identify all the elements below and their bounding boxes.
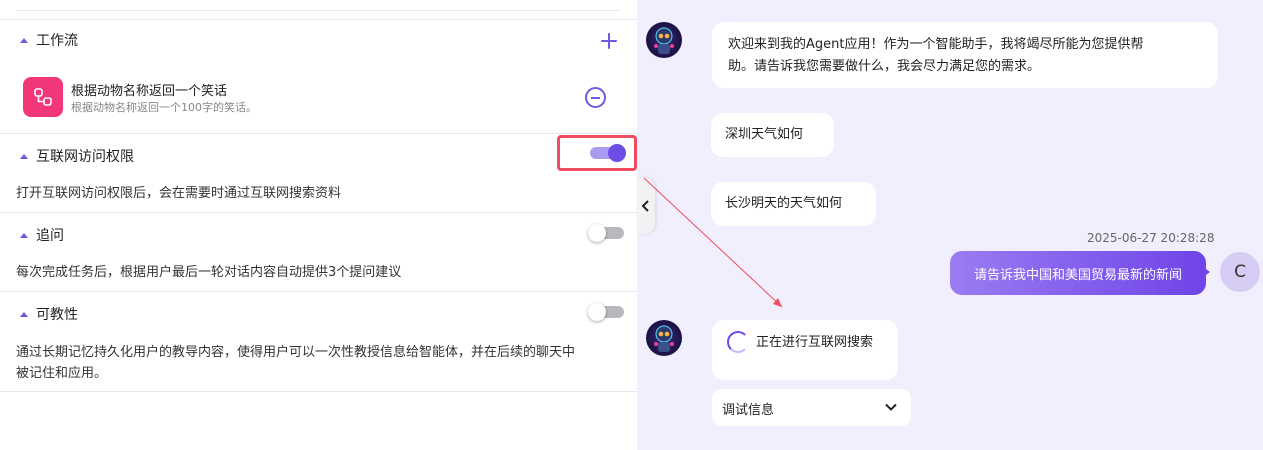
remove-workflow-button[interactable] xyxy=(585,87,606,108)
divider xyxy=(0,291,637,292)
teachability-title: 可教性 xyxy=(36,307,78,323)
suggestion-2-label: 长沙明天的天气如何 xyxy=(725,196,843,211)
caret-up-icon xyxy=(20,232,28,238)
debug-info-label: 调试信息 xyxy=(722,403,775,418)
teachability-description-line2: 被记住和应用。 xyxy=(16,366,108,381)
welcome-message: 欢迎来到我的Agent应用！作为一个智能助手，我将竭尽所能为您提供帮 助。请告诉… xyxy=(712,22,1218,88)
divider xyxy=(0,212,637,213)
teachability-toggle[interactable] xyxy=(588,302,626,322)
bot-avatar xyxy=(646,22,682,58)
suggestion-chip-1[interactable]: 深圳天气如何 xyxy=(711,113,834,157)
suggestion-1-label: 深圳天气如何 xyxy=(725,127,804,142)
spinner-icon xyxy=(727,331,749,353)
user-avatar-letter: C xyxy=(1234,262,1246,282)
user-message-text: 请告诉我中国和美国贸易最新的新闻 xyxy=(973,267,1182,283)
follow-up-toggle[interactable] xyxy=(588,223,626,243)
caret-up-icon xyxy=(20,37,28,43)
divider xyxy=(0,391,637,392)
add-workflow-button[interactable] xyxy=(599,31,619,51)
status-text: 正在进行互联网搜索 xyxy=(756,335,874,350)
divider xyxy=(0,19,637,20)
internet-access-section-header[interactable]: 互联网访问权限 xyxy=(20,146,134,166)
teachability-section-header[interactable]: 可教性 xyxy=(20,304,78,324)
caret-up-icon xyxy=(20,311,28,317)
chevron-down-icon xyxy=(885,403,897,411)
bubble-tail xyxy=(1202,266,1210,278)
workflow-item-description: 根据动物名称返回一个100字的笑话。 xyxy=(71,101,257,114)
follow-up-title: 追问 xyxy=(36,228,64,244)
internet-access-description: 打开互联网访问权限后，会在需要时通过互联网搜索资料 xyxy=(16,186,342,201)
collapse-panel-button[interactable] xyxy=(637,178,655,234)
user-message: 请告诉我中国和美国贸易最新的新闻 xyxy=(950,251,1206,295)
welcome-line-1: 欢迎来到我的Agent应用！作为一个智能助手，我将竭尽所能为您提供帮 xyxy=(728,37,1144,52)
follow-up-section-header[interactable]: 追问 xyxy=(20,225,64,245)
divider xyxy=(16,10,620,11)
user-avatar: C xyxy=(1220,252,1260,292)
message-timestamp: 2025-06-27 20:28:28 xyxy=(1087,231,1215,245)
bot-avatar xyxy=(646,320,682,356)
toggle-knob xyxy=(588,224,606,242)
divider xyxy=(0,133,637,134)
highlight-box xyxy=(557,135,637,171)
workflow-section-title: 工作流 xyxy=(36,33,78,49)
chevron-left-icon xyxy=(641,200,649,212)
debug-info-dropdown[interactable]: 调试信息 xyxy=(712,389,911,426)
workflow-item-title: 根据动物名称返回一个笑话 xyxy=(71,84,228,99)
follow-up-description: 每次完成任务后，根据用户最后一轮对话内容自动提供3个提问建议 xyxy=(16,265,402,280)
caret-up-icon xyxy=(20,153,28,159)
suggestion-chip-2[interactable]: 长沙明天的天气如何 xyxy=(711,182,876,226)
teachability-description-line1: 通过长期记忆持久化用户的教导内容，使得用户可以一次性教授信息给智能体，并在后续的… xyxy=(16,345,576,360)
workflow-section-header[interactable]: 工作流 xyxy=(20,30,78,50)
toggle-knob xyxy=(588,303,606,321)
settings-panel: 工作流 根据动物名称返回一个笑话 根据动物名称返回一个100字的笑话。 互联网访… xyxy=(0,0,637,450)
workflow-icon xyxy=(23,77,63,117)
welcome-line-2: 助。请告诉我您需要做什么，我会尽力满足您的需求。 xyxy=(728,59,1041,74)
internet-access-title: 互联网访问权限 xyxy=(36,149,134,165)
